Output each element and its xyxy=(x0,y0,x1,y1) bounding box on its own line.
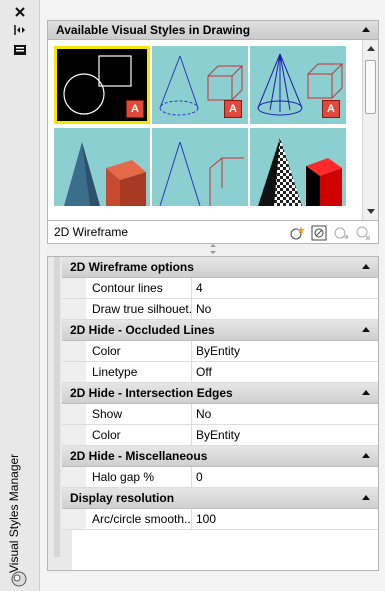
section-header[interactable]: 2D Hide - Intersection Edges xyxy=(62,383,378,404)
collapse-arrow-icon[interactable] xyxy=(362,327,370,332)
section-header[interactable]: 2D Hide - Miscellaneous xyxy=(62,446,378,467)
export-to-palette-icon[interactable] xyxy=(332,224,350,241)
property-label: Contour lines xyxy=(62,278,192,298)
current-style-name: 2D Wireframe xyxy=(54,225,129,239)
property-label: Color xyxy=(62,341,192,361)
style-thumb-2d-wireframe[interactable]: A xyxy=(54,46,150,124)
section-2d-hide-occluded-lines: 2D Hide - Occluded Lines Color ByEntity … xyxy=(62,320,378,383)
style-thumb-3d-wireframe[interactable]: A xyxy=(250,46,346,124)
property-value[interactable]: Off xyxy=(192,362,378,382)
collapse-arrow-icon[interactable] xyxy=(362,495,370,500)
property-row[interactable]: Arc/circle smooth... 100 xyxy=(62,509,378,530)
style-thumb-conceptual[interactable] xyxy=(54,128,150,206)
section-header[interactable]: Display resolution xyxy=(62,488,378,509)
visual-styles-panel: Available Visual Styles in Drawing A A A… xyxy=(47,20,379,571)
style-badge: A xyxy=(224,100,242,118)
property-row[interactable]: Show No xyxy=(62,404,378,425)
style-thumb-hidden[interactable] xyxy=(152,128,248,206)
section-title: 2D Hide - Intersection Edges xyxy=(70,386,233,400)
property-row[interactable]: Halo gap % 0 xyxy=(62,467,378,488)
create-style-icon[interactable] xyxy=(288,224,306,241)
properties-grid: 2D Wireframe options Contour lines 4 Dra… xyxy=(47,256,379,571)
palette-title: Visual Styles Manager xyxy=(7,453,21,573)
property-label: Show xyxy=(62,404,192,424)
property-value[interactable]: 4 xyxy=(192,278,378,298)
available-styles-title: Available Visual Styles in Drawing xyxy=(56,23,251,37)
property-label: Draw true silhouet... xyxy=(62,299,192,319)
thumbnails-scrollbar[interactable] xyxy=(362,40,378,220)
collapse-arrow-icon[interactable] xyxy=(362,390,370,395)
property-value[interactable]: No xyxy=(192,404,378,424)
property-label: Color xyxy=(62,425,192,445)
section-title: 2D Hide - Miscellaneous xyxy=(70,449,208,463)
collapse-arrow-icon[interactable] xyxy=(362,27,370,32)
property-label: Arc/circle smooth... xyxy=(62,509,192,529)
property-value[interactable]: ByEntity xyxy=(192,341,378,361)
style-badge: A xyxy=(322,100,340,118)
property-value[interactable]: ByEntity xyxy=(192,425,378,445)
section-2d-wireframe-options: 2D Wireframe options Contour lines 4 Dra… xyxy=(62,257,378,320)
section-2d-hide-miscellaneous: 2D Hide - Miscellaneous Halo gap % 0 xyxy=(62,446,378,488)
style-tools xyxy=(288,224,372,241)
style-badge: A xyxy=(126,100,144,118)
property-value[interactable]: 100 xyxy=(192,509,378,529)
apply-to-viewport-icon[interactable] xyxy=(310,224,328,241)
section-2d-hide-intersection-edges: 2D Hide - Intersection Edges Show No Col… xyxy=(62,383,378,446)
section-title: 2D Wireframe options xyxy=(70,260,194,274)
property-row[interactable]: Color ByEntity xyxy=(62,425,378,446)
property-row[interactable]: Linetype Off xyxy=(62,362,378,383)
delete-style-icon[interactable] xyxy=(354,224,372,241)
current-style-bar: 2D Wireframe xyxy=(47,220,379,244)
property-row[interactable]: Color ByEntity xyxy=(62,341,378,362)
property-label: Linetype xyxy=(62,362,192,382)
section-header[interactable]: 2D Hide - Occluded Lines xyxy=(62,320,378,341)
style-thumbnails: A A A xyxy=(47,40,379,220)
section-header[interactable]: 2D Wireframe options xyxy=(62,257,378,278)
property-row[interactable]: Contour lines 4 xyxy=(62,278,378,299)
collapse-arrow-icon[interactable] xyxy=(362,264,370,269)
section-title: Display resolution xyxy=(70,491,175,505)
style-thumb-realistic[interactable] xyxy=(250,128,346,206)
properties-icon[interactable] xyxy=(12,42,28,58)
available-styles-header[interactable]: Available Visual Styles in Drawing xyxy=(47,20,379,40)
splitter-handle[interactable] xyxy=(47,244,379,254)
section-display-resolution: Display resolution Arc/circle smooth... … xyxy=(62,488,378,530)
auto-hide-icon[interactable] xyxy=(12,22,28,38)
section-title: 2D Hide - Occluded Lines xyxy=(70,323,215,337)
close-icon[interactable] xyxy=(12,4,28,20)
property-row[interactable]: Draw true silhouet... No xyxy=(62,299,378,320)
collapse-arrow-icon[interactable] xyxy=(362,453,370,458)
style-thumb-3d-hidden[interactable]: A xyxy=(152,46,248,124)
palette-title-strip: Visual Styles Manager xyxy=(0,0,40,591)
visual-styles-palette-icon xyxy=(10,570,28,588)
property-label: Halo gap % xyxy=(62,467,192,487)
property-value[interactable]: 0 xyxy=(192,467,378,487)
scrollbar-thumb[interactable] xyxy=(365,60,376,114)
properties-scroll-track[interactable] xyxy=(54,257,60,557)
property-value[interactable]: No xyxy=(192,299,378,319)
scroll-up-arrow-icon[interactable] xyxy=(367,46,375,51)
scroll-down-arrow-icon[interactable] xyxy=(367,209,375,214)
